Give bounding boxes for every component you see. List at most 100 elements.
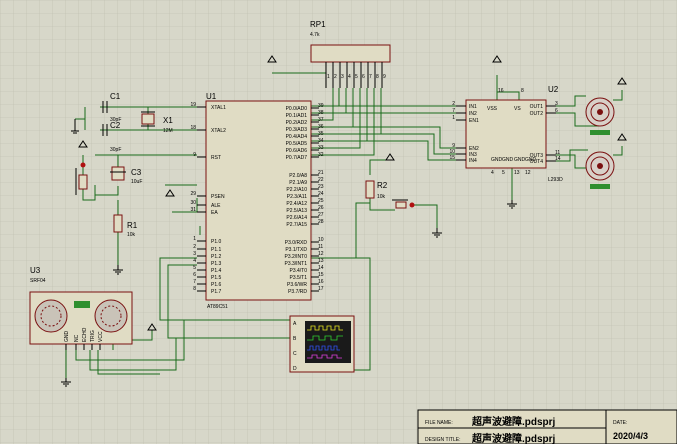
- u1-pin-name: P0.4/AD4: [286, 134, 308, 140]
- u1-pin-num: 31: [190, 207, 196, 213]
- u2-vss-pin: 16: [498, 88, 504, 94]
- u2-vss-label: VSS: [487, 106, 498, 112]
- u1-pin-name: P2.0/A8: [289, 173, 307, 179]
- u1-pin-name: P3.4/T0: [289, 268, 307, 274]
- u2-bottom-pin-4: 12: [525, 170, 531, 176]
- u1-part: AT89C51: [207, 304, 228, 310]
- u1-pin-num: 18: [190, 125, 196, 131]
- u1-pin-name: P0.0/AD0: [286, 106, 308, 112]
- u1-pin-num: 28: [318, 219, 324, 225]
- u1-pin-num: 33: [318, 145, 324, 151]
- u2-pin-name: EN1: [469, 118, 479, 124]
- u1-pin-name: P3.5/T1: [289, 275, 307, 281]
- u2-bottom-pin-3: 13: [514, 170, 520, 176]
- u2-motor-driver[interactable]: U2 VSS VS 16 8 GND GND GND GND 4 5 13 12…: [449, 85, 563, 183]
- u2-pin-num: 3: [555, 101, 558, 107]
- u1-pin-num: 36: [318, 124, 324, 130]
- u1-pin-name: P1.2: [211, 254, 222, 260]
- u2-vs-label: VS: [514, 106, 521, 112]
- date: 2020/4/3: [613, 431, 648, 441]
- u1-pin-num: 2: [193, 244, 196, 250]
- u1-microcontroller[interactable]: U1 AT89C51 19 XTAL118 XTAL29 RST29 PSEN30 ALE…: [190, 92, 323, 310]
- u1-pin-name: P2.5/A13: [286, 208, 307, 214]
- date-label: DATE:: [613, 420, 627, 426]
- u3-pin-label: NC: [74, 334, 80, 342]
- u1-pin-num: 3: [193, 251, 196, 257]
- u2-pin-num: 7: [452, 108, 455, 114]
- u1-pin-name: P2.2/A10: [286, 187, 307, 193]
- u1-pin-num: 32: [318, 152, 324, 158]
- c2-ref: C2: [110, 121, 121, 130]
- u1-ref: U1: [206, 92, 217, 101]
- u1-pin-num: 29: [190, 191, 196, 197]
- u2-ref: U2: [548, 85, 559, 94]
- u1-pin-name: P0.2/AD2: [286, 120, 308, 126]
- u1-pin-name: P2.4/A12: [286, 201, 307, 207]
- oscilloscope[interactable]: ABCD: [289, 315, 355, 373]
- u1-pin-name: P1.3: [211, 261, 222, 267]
- rp1-ref: RP1: [310, 20, 326, 29]
- u1-pin-num: 26: [318, 205, 324, 211]
- u1-pin-name: P3.2/INT0: [284, 254, 307, 260]
- u1-pin-name: P1.1: [211, 247, 222, 253]
- u1-pin-num: 5: [193, 265, 196, 271]
- design-title: 超声波避障.pdsprj: [471, 432, 556, 444]
- u1-pin-num: 1: [193, 236, 196, 242]
- x1-ref: X1: [163, 116, 173, 125]
- u1-pin-name: P1.7: [211, 289, 222, 295]
- u1-pin-name: PSEN: [211, 194, 225, 200]
- u1-pin-num: 13: [318, 258, 324, 264]
- u1-pin-name: P3.1/TXD: [285, 247, 307, 253]
- rp1-pin-num: 9: [383, 74, 386, 80]
- u1-pin-num: 4: [193, 258, 196, 264]
- rp1-pin-num: 2: [334, 74, 337, 80]
- u2-pin-name: IN2: [469, 111, 477, 117]
- r2-value: 10k: [377, 194, 386, 200]
- u1-pin-name: P0.5/AD5: [286, 141, 308, 147]
- file-name-label: FILE NAME:: [425, 420, 453, 426]
- u1-pin-num: 15: [318, 272, 324, 278]
- rp1-pin-num: 8: [376, 74, 379, 80]
- u1-pin-name: P1.6: [211, 282, 222, 288]
- c2-value: 30pF: [110, 147, 121, 153]
- u1-pin-num: 6: [193, 272, 196, 278]
- c1-ref: C1: [110, 92, 121, 101]
- u2-pin-name: OUT1: [530, 104, 544, 110]
- u1-pin-name: XTAL1: [211, 105, 226, 111]
- u3-ref: U3: [30, 266, 41, 275]
- u2-vs-pin: 8: [521, 88, 524, 94]
- rp1-pin-num: 5: [355, 74, 358, 80]
- u3-pin-label: GND: [64, 331, 70, 343]
- u2-pin-name: OUT4: [530, 159, 544, 165]
- u1-pin-name: P1.5: [211, 275, 222, 281]
- rp1-pin-num: 3: [341, 74, 344, 80]
- u1-pin-name: P0.3/AD3: [286, 127, 308, 133]
- u1-pin-num: 12: [318, 251, 324, 257]
- u2-gnd-1: GND: [491, 157, 503, 163]
- u1-pin-num: 27: [318, 212, 324, 218]
- u1-pin-num: 16: [318, 279, 324, 285]
- u3-part: SRF04: [30, 278, 46, 284]
- design-title-label: DESIGN TITLE:: [425, 437, 460, 443]
- u2-gnd-2: GND: [502, 157, 514, 163]
- u1-pin-num: 9: [193, 152, 196, 158]
- u1-pin-num: 37: [318, 117, 324, 123]
- u2-bottom-pin-1: 4: [491, 170, 494, 176]
- schematic-canvas: RP1 4.7k 123456789 U1 AT89C51 19 XTAL118 X…: [0, 0, 677, 444]
- file-name: 超声波避障.pdsprj: [471, 415, 556, 428]
- u1-pin-name: P2.3/A11: [287, 194, 307, 200]
- u1-pin-num: 34: [318, 138, 324, 144]
- u1-pin-name: XTAL2: [211, 128, 226, 134]
- u1-pin-num: 19: [190, 102, 196, 108]
- u3-pin-label: TRIG: [90, 330, 96, 342]
- rp1-pin-num: 1: [327, 74, 330, 80]
- u1-pin-num: 21: [318, 170, 324, 176]
- u1-pin-num: 24: [318, 191, 324, 197]
- u2-pin-num: 2: [452, 101, 455, 107]
- r2-ref: R2: [377, 181, 388, 190]
- rp1-pin-num: 4: [348, 74, 351, 80]
- u1-pin-num: 23: [318, 184, 324, 190]
- c3-ref: C3: [131, 168, 142, 177]
- u1-pin-name: P3.3/INT1: [284, 261, 307, 267]
- u1-pin-name: P3.0/RXD: [285, 240, 308, 246]
